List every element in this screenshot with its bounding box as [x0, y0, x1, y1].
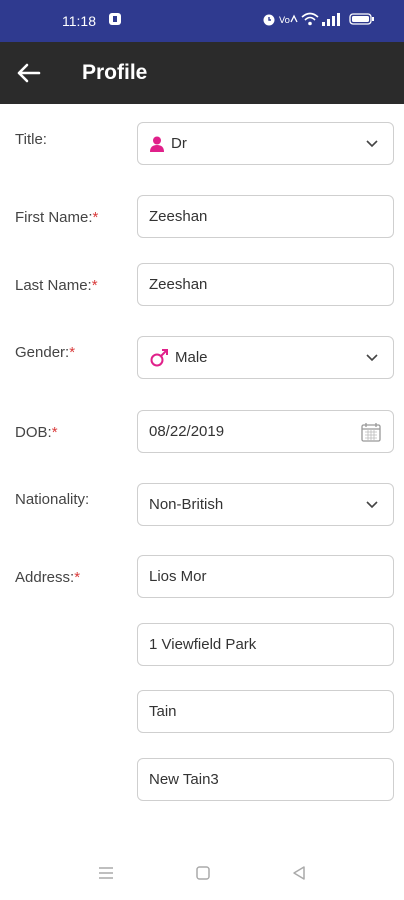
- address-line-4-input[interactable]: New Tain3: [137, 758, 394, 801]
- gender-select[interactable]: Male: [137, 336, 394, 379]
- nationality-select[interactable]: Non-British: [137, 483, 394, 526]
- menu-icon[interactable]: [97, 864, 115, 882]
- nationality-label: Nationality:: [15, 491, 90, 508]
- address-line-3-input[interactable]: Tain: [137, 690, 394, 733]
- back-triangle-icon[interactable]: [290, 864, 308, 882]
- address-line-4-value: New Tain3: [149, 771, 219, 788]
- calendar-icon[interactable]: [361, 422, 381, 442]
- title-label: Title:: [15, 131, 47, 148]
- gender-label: Gender:*: [15, 344, 76, 361]
- address-line-1-input[interactable]: Lios Mor: [137, 555, 394, 598]
- alarm-icon: [263, 14, 275, 26]
- status-bar: 11:18 Vo: [0, 0, 404, 42]
- wifi-icon: [301, 12, 319, 26]
- gender-value: Male: [175, 349, 208, 366]
- dob-input[interactable]: 08/22/2019: [137, 410, 394, 453]
- chevron-down-icon: [366, 139, 378, 147]
- battery-icon: [349, 13, 374, 25]
- back-button[interactable]: [14, 59, 46, 87]
- app-bar: Profile: [0, 42, 404, 104]
- address-line-1-value: Lios Mor: [149, 568, 207, 585]
- dob-value: 08/22/2019: [149, 423, 225, 440]
- dob-label: DOB:*: [15, 424, 58, 441]
- first-name-value: Zeeshan: [149, 208, 208, 225]
- system-nav-bar: [0, 852, 404, 900]
- last-name-value: Zeeshan: [149, 276, 208, 293]
- app-notification-icon: [109, 13, 121, 25]
- title-select[interactable]: Dr: [137, 122, 394, 165]
- person-icon: [149, 135, 165, 153]
- male-symbol-icon: [149, 348, 169, 368]
- status-time: 11:18: [62, 13, 96, 29]
- last-name-label: Last Name:*: [15, 277, 98, 294]
- first-name-input[interactable]: Zeeshan: [137, 195, 394, 238]
- page-title: Profile: [82, 61, 148, 84]
- last-name-input[interactable]: Zeeshan: [137, 263, 394, 306]
- svg-text:Vo: Vo: [279, 16, 290, 26]
- title-value: Dr: [171, 135, 187, 152]
- home-square-icon[interactable]: [194, 864, 212, 882]
- address-label: Address:*: [15, 569, 81, 586]
- address-line-2-value: 1 Viewfield Park: [149, 636, 257, 653]
- chevron-down-icon: [366, 353, 378, 361]
- signal-icon: [322, 13, 340, 26]
- address-line-3-value: Tain: [149, 703, 177, 720]
- vowifi-icon: Vo: [279, 14, 298, 26]
- nationality-value: Non-British: [149, 496, 224, 513]
- first-name-label: First Name:*: [15, 209, 99, 226]
- chevron-down-icon: [366, 500, 378, 508]
- arrow-left-icon: [17, 63, 41, 83]
- address-line-2-input[interactable]: 1 Viewfield Park: [137, 623, 394, 666]
